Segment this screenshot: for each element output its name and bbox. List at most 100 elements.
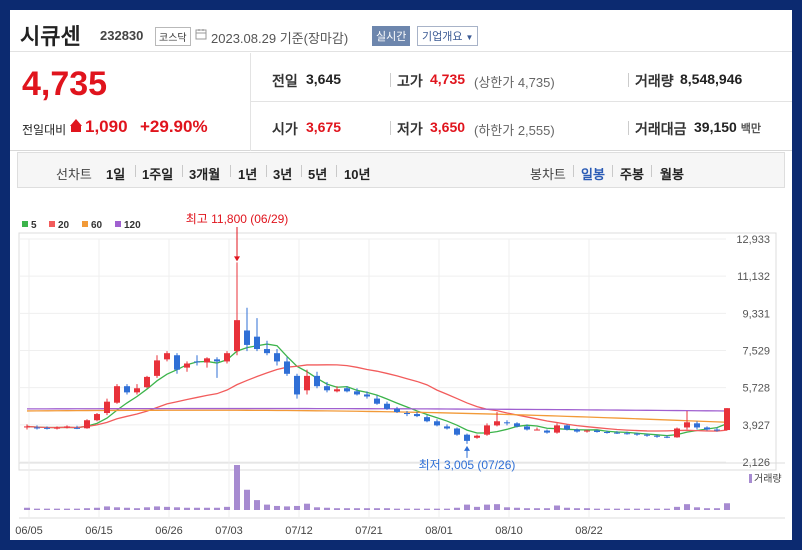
volume-bar [494, 504, 500, 510]
candle-monthly[interactable]: 월봉 [660, 164, 684, 183]
x-tick-label: 06/15 [85, 525, 113, 537]
candle-body [134, 388, 140, 393]
candle-body [294, 375, 300, 395]
period-1w[interactable]: 1주일 [142, 164, 173, 183]
divider [250, 53, 251, 151]
candle-body [214, 359, 220, 362]
candle-daily[interactable]: 일봉 [581, 164, 605, 183]
volume-bar [204, 507, 210, 510]
candle-body [524, 426, 530, 430]
volume-label: 거래량 [635, 73, 674, 89]
candle-body [394, 408, 400, 412]
low-value: 3,650 [430, 119, 466, 135]
legend-swatch-60 [82, 221, 88, 227]
candle-body [624, 433, 630, 435]
candle-body [614, 432, 620, 434]
candle-body [564, 425, 570, 430]
volume-bar [124, 507, 130, 510]
divider [573, 165, 574, 177]
volume-bar [684, 504, 690, 510]
x-tick-label: 07/12 [285, 525, 313, 537]
divider [628, 121, 629, 135]
candle-body [724, 408, 730, 431]
change-rate: +29.90% [140, 117, 208, 136]
volume-bar [274, 505, 280, 510]
volume-bar [644, 508, 650, 510]
volume-bar [304, 503, 310, 510]
open-label: 시가 [272, 121, 298, 137]
candle-body [324, 386, 330, 391]
y-tick-label: 3,927 [742, 420, 770, 432]
candle-body [634, 433, 640, 435]
period-10y[interactable]: 10년 [344, 164, 370, 183]
candle-body [494, 421, 500, 426]
volume-bar [224, 506, 230, 510]
volume-bar [54, 508, 60, 510]
y-tick-label: 7,529 [742, 346, 770, 358]
quote-summary: 4,735 전일대비 1,090 +29.90% 전일 3,645 고가 4,7… [10, 53, 792, 151]
prev-close-label: 전일 [272, 73, 298, 89]
lower-limit: (하한가 2,555) [474, 123, 555, 138]
x-tick-label: 08/01 [425, 525, 453, 537]
candle-body [514, 423, 520, 427]
candle-body [204, 358, 210, 363]
divider [628, 73, 629, 87]
y-tick-label: 2,126 [742, 457, 770, 469]
candle-body [244, 330, 250, 345]
legend-swatch-5 [22, 221, 28, 227]
high-label: 고가 [397, 73, 423, 89]
realtime-button[interactable]: 실시간 [372, 26, 411, 46]
period-selector: 선차트 1일 1주일 3개월 1년 3년 5년 10년 봉차트 일봉 주봉 월봉 [17, 152, 785, 188]
volume-bar [214, 507, 220, 510]
legend-swatch-20 [49, 221, 55, 227]
chevron-down-icon: ▼ [465, 33, 474, 42]
volume-bar [234, 465, 240, 510]
price-chart[interactable]: 5 20 60 120 12,933 11,132 9,331 7,529 5,728 3,927… [10, 200, 792, 540]
volume-bar [354, 508, 360, 510]
x-tick-label: 07/21 [355, 525, 383, 537]
legend-swatch-120 [115, 221, 121, 227]
volume-legend-swatch [749, 474, 752, 483]
y-tick-label: 12,933 [736, 234, 770, 246]
volume-bar [294, 505, 300, 510]
candle-body [84, 420, 90, 429]
divider [390, 121, 391, 135]
stock-name[interactable]: 시큐센 [20, 19, 81, 51]
period-1y[interactable]: 1년 [238, 164, 257, 183]
candle-body [534, 429, 540, 431]
change-value: 1,090 [85, 117, 128, 136]
stock-header: 시큐센 232830 코스닥 2023.08.29 기준(장마감) 실시간 기업… [10, 10, 792, 52]
candle-body [574, 429, 580, 432]
candle-body [234, 320, 240, 352]
period-3m[interactable]: 3개월 [189, 164, 220, 183]
candle-body [94, 414, 100, 421]
volume-bar [534, 508, 540, 510]
volume-bar [434, 508, 440, 510]
volume-bar [154, 506, 160, 510]
candle-body [154, 360, 160, 376]
divider [651, 165, 652, 177]
volume-bar [84, 508, 90, 510]
candle-body [164, 353, 170, 360]
company-info-dropdown[interactable]: 기업개요 ▼ [417, 26, 479, 46]
candle-body [434, 421, 440, 426]
candle-body [484, 425, 490, 435]
candle-body [664, 436, 670, 438]
volume-bar [264, 504, 270, 510]
period-3y[interactable]: 3년 [273, 164, 292, 183]
volume-bar [474, 506, 480, 510]
period-1d[interactable]: 1일 [106, 164, 125, 183]
upper-limit: (상한가 4,735) [474, 75, 555, 90]
candle-body [714, 429, 720, 431]
low-label: 저가 [397, 121, 423, 137]
max-annotation-arrowhead [234, 256, 240, 262]
volume-bar [334, 508, 340, 510]
volume-bar [544, 508, 550, 510]
period-5y[interactable]: 5년 [308, 164, 327, 183]
date-value: 2023.08.29 [211, 31, 277, 46]
candle-body [454, 428, 460, 435]
candle-body [194, 361, 200, 363]
candle-body [654, 435, 660, 437]
candle-weekly[interactable]: 주봉 [620, 164, 644, 183]
candlestick-chart[interactable]: 5 20 60 120 12,933 11,132 9,331 7,529 5,728 3,927… [10, 200, 792, 540]
